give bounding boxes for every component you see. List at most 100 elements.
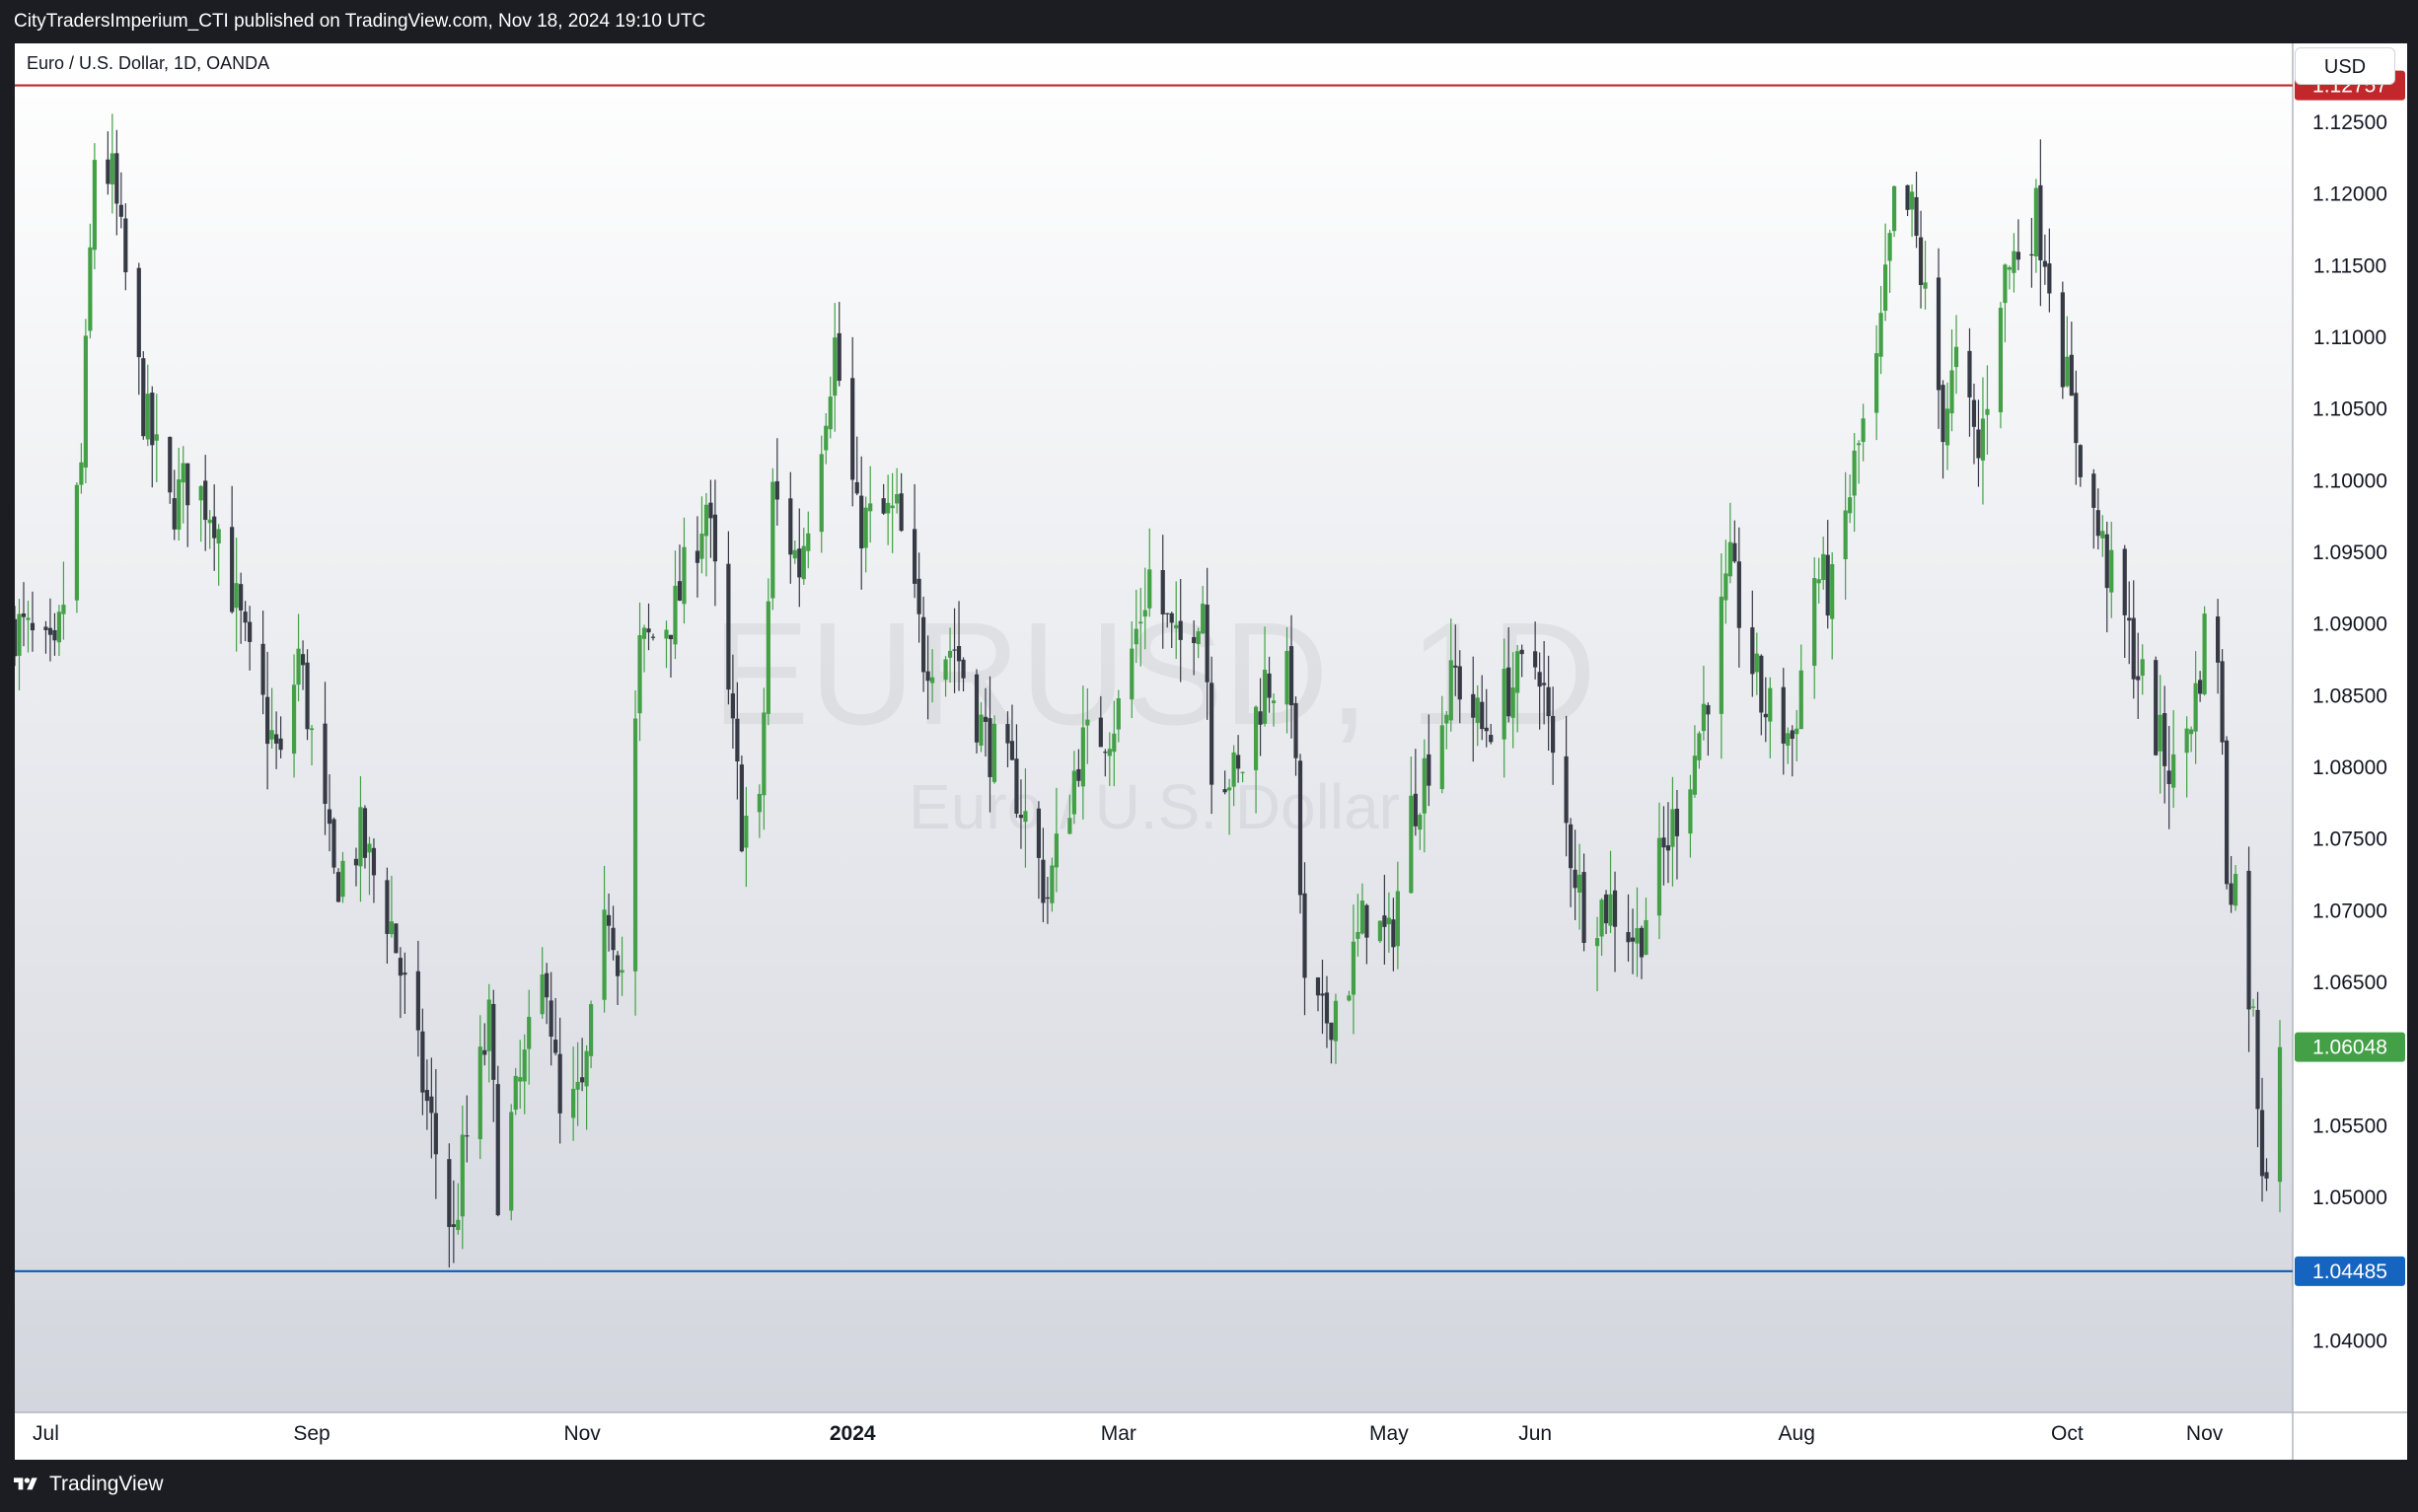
candle-body (1377, 920, 1382, 942)
candle-body (1023, 811, 1028, 823)
horizontal-line-label: 1.04485 (2312, 1260, 2387, 1283)
candle-body (353, 858, 359, 866)
candle-body (1103, 752, 1108, 754)
candle-body (2012, 251, 2016, 273)
candle-body (2264, 1172, 2269, 1179)
candle-body (451, 1224, 456, 1227)
candle-body (1830, 564, 1835, 619)
candle-body (1297, 760, 1303, 896)
candle-body (1594, 938, 1600, 947)
candle-body (1116, 698, 1121, 730)
candle-body (1418, 815, 1423, 830)
candle-body (47, 627, 53, 635)
candle-body (385, 880, 390, 934)
publish-header: CityTradersImperium_CTI published on Tra… (0, 0, 2418, 43)
tradingview-brand[interactable]: TradingView (49, 1473, 164, 1496)
candle-body (243, 612, 248, 623)
candle-body (2250, 1006, 2256, 1008)
candle (739, 756, 744, 853)
candle-body (1936, 277, 1942, 391)
currency-button[interactable]: USD (2295, 47, 2395, 85)
candle-body (1750, 627, 1755, 675)
candle-body (1905, 184, 1910, 210)
candle-body (1967, 350, 1972, 397)
candle-body (118, 204, 123, 217)
candle (2224, 736, 2230, 890)
candle-body (460, 1134, 465, 1217)
candle-body (2233, 873, 2238, 906)
candle-body (983, 716, 989, 722)
candle-body (580, 1077, 585, 1083)
time-tick-label: Oct (2051, 1422, 2084, 1445)
candle-body (1329, 1022, 1334, 1041)
price-tick-label: 1.06500 (2312, 972, 2387, 994)
candle-body (1786, 733, 1791, 747)
symbol-title[interactable]: Euro / U.S. Dollar, 1D, OANDA (27, 53, 269, 74)
candle-body (1533, 651, 1538, 668)
candle-body (1045, 897, 1051, 900)
candle-body (1883, 264, 1888, 312)
candle-body (1293, 702, 1298, 758)
candle-body (1231, 752, 1236, 787)
chart-area[interactable]: EURUSD, 1D Euro / U.S. Dollar 1.12757 1.0… (15, 43, 2407, 1460)
candle-body (2104, 534, 2109, 589)
candle-body (881, 498, 886, 514)
candle-body (216, 529, 221, 544)
candle-body (726, 563, 731, 690)
price-tick-label: 1.11500 (2313, 254, 2386, 277)
candle-body (1701, 703, 1706, 732)
candle-body (2220, 661, 2225, 743)
candle-body (1909, 191, 1915, 210)
candle-body (2069, 354, 2074, 396)
candle-body (1998, 308, 2004, 413)
candle-body (1723, 573, 1728, 601)
candle-body (429, 1096, 434, 1114)
candle-body (699, 534, 704, 559)
candle-body (575, 1081, 580, 1090)
candle-body (730, 693, 735, 719)
candle-body (819, 454, 824, 533)
candle-body (88, 247, 93, 331)
candle-body (1364, 904, 1369, 938)
candle (83, 319, 88, 483)
candle-body (620, 970, 624, 973)
candle-body (1174, 624, 1179, 629)
candle-body (1112, 733, 1117, 753)
candle-body (766, 601, 770, 714)
candle-body (744, 816, 749, 848)
candle-body (2202, 613, 2207, 695)
candle-body (850, 378, 855, 480)
candle-body (1138, 621, 1143, 624)
candle-body (1085, 719, 1090, 726)
candle-body (1941, 385, 1945, 443)
candle-body (424, 1090, 429, 1102)
candle-body (305, 662, 310, 730)
candle-body (1098, 717, 1103, 748)
candle-body (1409, 795, 1414, 894)
candle-body (2100, 531, 2105, 539)
candle-body (172, 498, 177, 530)
candle-body (43, 626, 48, 630)
price-tick-label: 1.08500 (2312, 684, 2387, 707)
candle-body (1130, 648, 1135, 700)
tradingview-logo-icon[interactable] (14, 1474, 37, 1495)
candle-body (1484, 727, 1489, 732)
price-chart[interactable]: EURUSD, 1D Euro / U.S. Dollar 1.127571.0… (15, 43, 2407, 1460)
candle-body (17, 613, 22, 656)
candle-body (920, 616, 926, 673)
candle-body (1076, 768, 1081, 781)
candle-body (74, 484, 80, 601)
candle-body (1009, 741, 1015, 760)
candle-body (1471, 693, 1476, 718)
time-tick-label: Jun (1518, 1422, 1552, 1445)
candle-body (1439, 725, 1444, 790)
price-tick-label: 1.10000 (2312, 469, 2387, 492)
candle (1998, 302, 2004, 429)
candle-body (925, 671, 930, 682)
candle-body (1861, 418, 1866, 443)
candle-body (52, 629, 57, 641)
candle-body (2193, 683, 2198, 732)
candle-body (177, 479, 182, 530)
watermark-description: Euro / U.S. Dollar (909, 771, 1400, 842)
candle-body (2171, 754, 2176, 788)
